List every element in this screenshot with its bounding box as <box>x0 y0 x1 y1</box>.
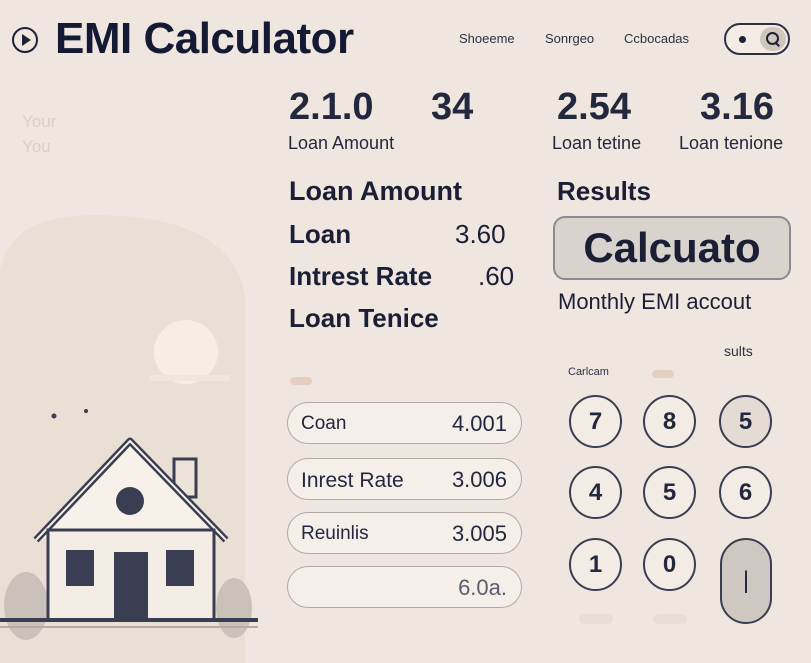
window-left <box>66 550 94 586</box>
theme-toggle[interactable] <box>724 23 790 55</box>
ground-line <box>0 618 258 622</box>
input-extra-value: 6.0a. <box>458 575 507 600</box>
nav-link-1[interactable]: Shoeeme <box>459 31 515 46</box>
input-results-value: 3.005 <box>451 521 507 546</box>
bird-icon <box>51 413 57 419</box>
house-illustration <box>0 215 258 663</box>
field-value-rate: .60 <box>478 261 515 291</box>
input-results-label: Reuinlis <box>301 523 369 544</box>
toggle-knob[interactable] <box>760 27 786 51</box>
input-loan[interactable]: Coan 4.001 <box>287 402 522 444</box>
top-bar: EMI Calculator Shoeeme Sonrgeo Ccbocadas <box>0 0 811 80</box>
field-value-loan: 3.60 <box>455 219 506 249</box>
ghost-text-1: Your <box>22 112 57 131</box>
key-7[interactable]: 7 <box>569 395 622 448</box>
input-results[interactable]: Reuinlis 3.005 <box>287 512 522 554</box>
blur-mark-2 <box>652 370 674 378</box>
stat-value-4: 3.16 <box>700 86 774 128</box>
stat-label-4: Loan tenione <box>679 133 784 153</box>
field-label-rate: Intrest Rate <box>289 261 433 291</box>
key-8[interactable]: 8 <box>643 395 696 448</box>
monthly-emi-label: Monthly EMI accout <box>558 289 752 314</box>
input-loan-label: Coan <box>301 413 347 434</box>
sun-icon <box>154 320 218 384</box>
bush-right <box>216 578 252 638</box>
key-1[interactable]: 1 <box>569 538 622 591</box>
input-interest-rate[interactable]: Inrest Rate 3.006 <box>287 458 522 500</box>
field-label-loan: Loan <box>289 219 352 249</box>
results-heading: Results <box>557 176 651 206</box>
calculator-label: Carlcam <box>568 366 609 378</box>
form-heading: Loan Amount <box>289 176 462 206</box>
bush-left <box>4 572 48 640</box>
key-4[interactable]: 4 <box>569 466 622 519</box>
nav-link-2[interactable]: Sonrgeo <box>545 31 594 46</box>
toggle-dot <box>739 36 746 43</box>
window-right <box>166 550 194 586</box>
key-6[interactable]: 6 <box>719 466 772 519</box>
input-loan-value: 4.001 <box>451 411 507 436</box>
key-tall[interactable]: | <box>720 538 772 624</box>
key-shadow-2 <box>653 614 687 624</box>
input-rate-label: Inrest Rate <box>301 469 404 492</box>
key-0[interactable]: 0 <box>643 538 696 591</box>
nav-link-3[interactable]: Ccbocadas <box>624 31 689 46</box>
stat-value-1: 2.1.0 <box>289 86 374 128</box>
stat-label-3: Loan tetine <box>552 133 642 153</box>
stat-value-3: 2.54 <box>557 86 631 128</box>
blur-mark-1 <box>290 377 312 385</box>
bird-icon-2 <box>84 409 88 413</box>
input-extra[interactable]: 6.0a. <box>287 566 522 608</box>
key-shadow-1 <box>579 614 613 624</box>
ghost-text-2: You <box>22 137 51 156</box>
app-title: EMI Calculator <box>55 14 354 63</box>
play-icon[interactable] <box>12 27 38 53</box>
door <box>114 552 148 618</box>
input-rate-value: 3.006 <box>451 467 507 492</box>
attic-window <box>116 487 144 515</box>
stat-label-1: Loan Amount <box>288 133 395 153</box>
key-5[interactable]: 5 <box>643 466 696 519</box>
search-icon[interactable] <box>766 32 780 46</box>
calculate-button[interactable]: Calcuato <box>553 216 791 280</box>
field-label-tenure: Loan Tenice <box>289 303 439 333</box>
sults-label: sults <box>724 343 753 359</box>
stat-value-2: 34 <box>431 86 474 128</box>
key-5-top[interactable]: 5 <box>719 395 772 448</box>
